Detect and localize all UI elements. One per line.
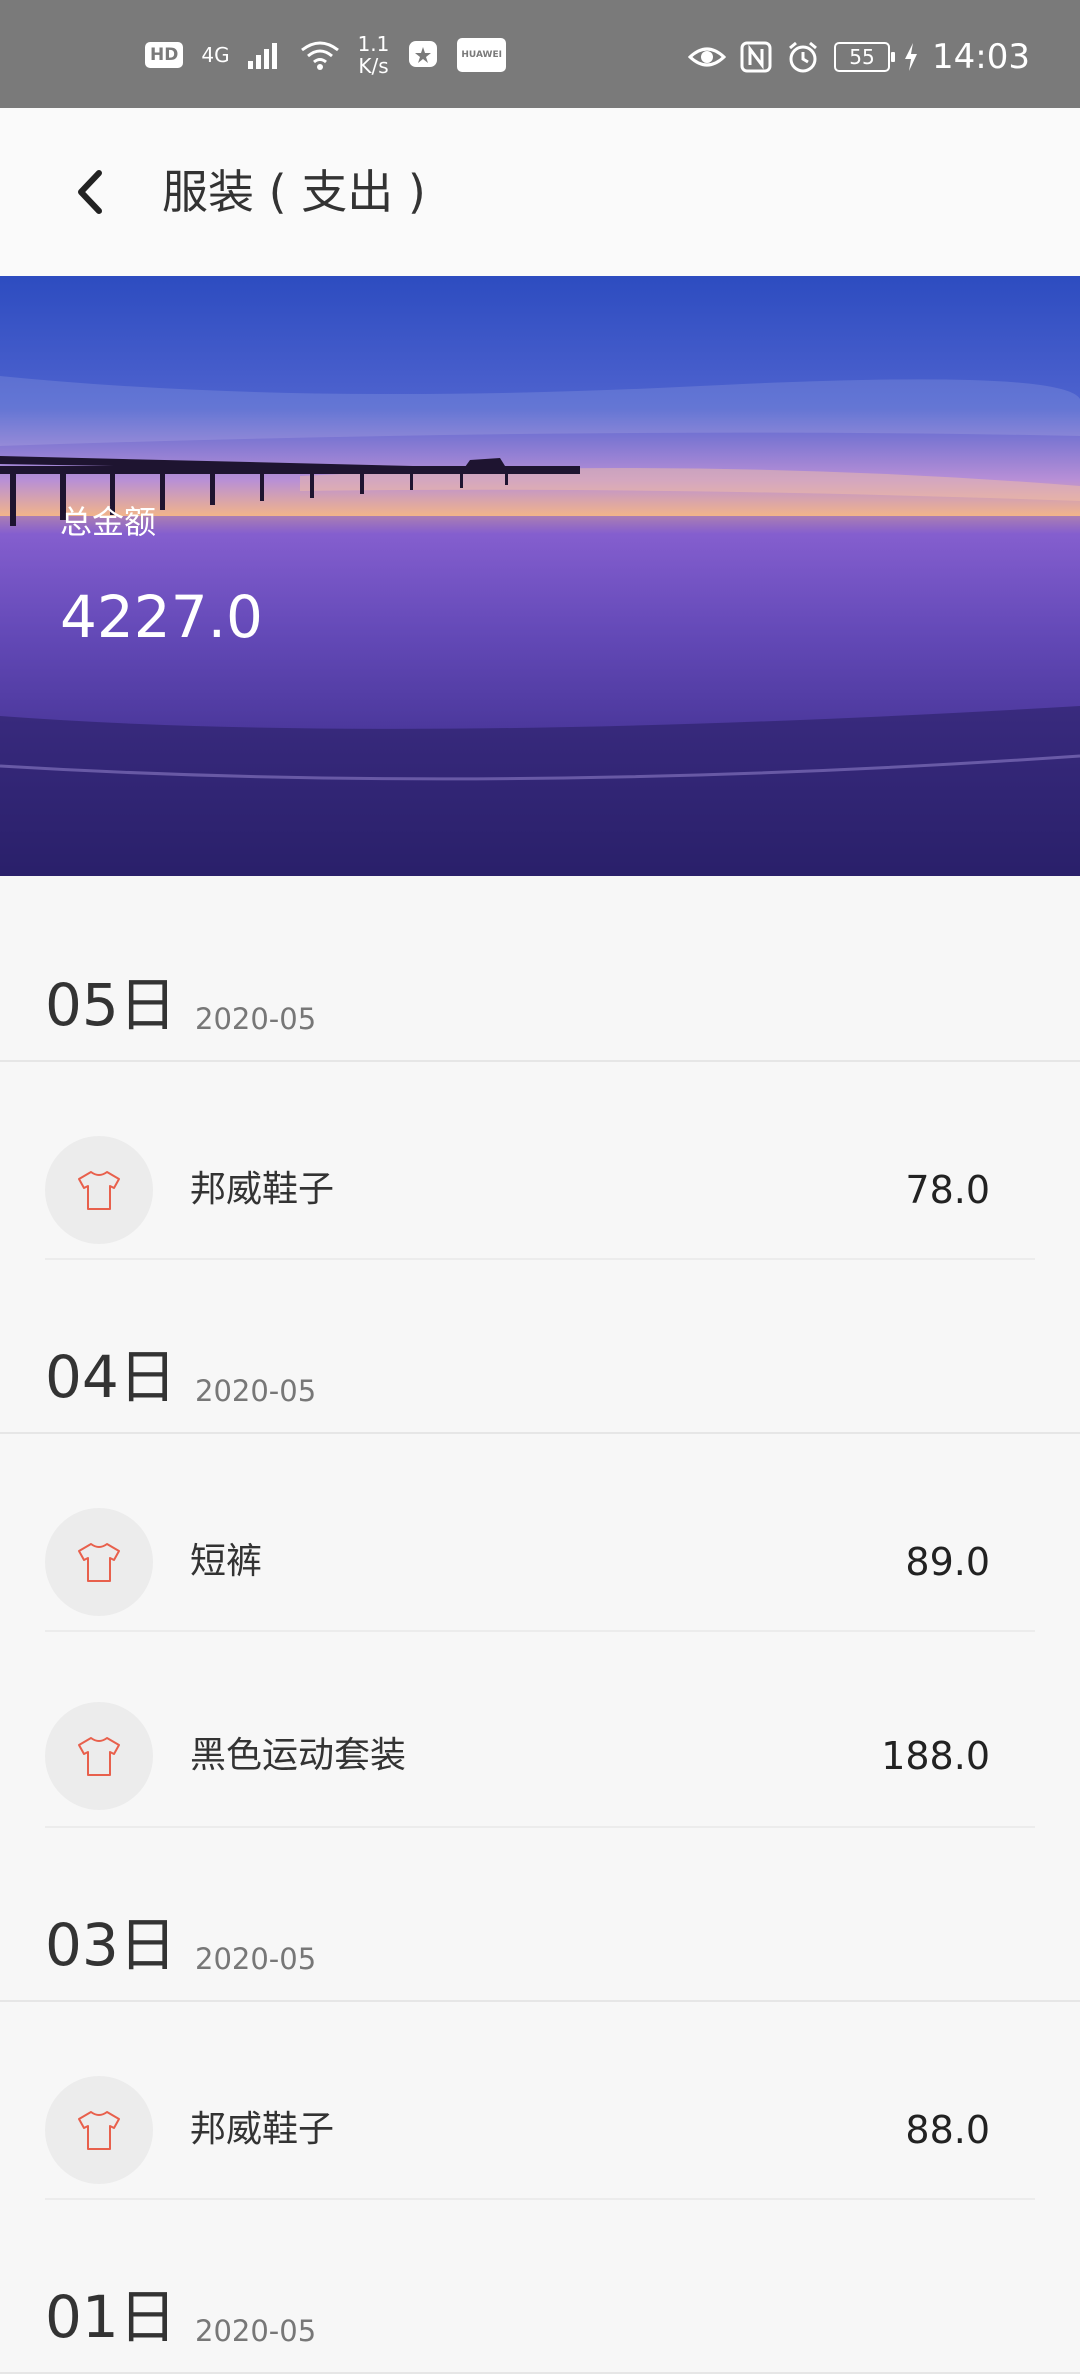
item-amount: 89.0 — [905, 1540, 990, 1584]
item-name: 邦威鞋子 — [190, 1169, 335, 1210]
nfc-icon — [740, 41, 772, 73]
item-amount: 88.0 — [905, 2108, 990, 2152]
speed-value: 1.1 — [357, 32, 390, 56]
summary-banner: 总金额 4227.0 — [0, 276, 1080, 876]
item-amount: 188.0 — [881, 1734, 990, 1778]
day-number: 04日 — [45, 1343, 177, 1411]
eye-comfort-icon — [688, 47, 727, 67]
back-button[interactable] — [60, 152, 120, 232]
item-name: 短裤 — [190, 1541, 263, 1582]
pier-sunset-image — [0, 276, 1080, 876]
hd-icon: HD — [145, 42, 184, 68]
item-name: 邦威鞋子 — [190, 2109, 335, 2150]
day-header: 04日 2020-05 — [0, 1258, 1080, 1434]
day-header: 05日 2020-05 — [0, 876, 1080, 1062]
list-item[interactable]: 邦威鞋子 88.0 — [0, 2002, 1080, 2200]
expense-list: 05日 2020-05 邦威鞋子 78.0 04日 2020-05 短裤 89.… — [0, 876, 1080, 2374]
tshirt-icon — [45, 1136, 153, 1244]
day-header: 01日 2020-05 — [0, 2198, 1080, 2374]
status-bar: HD 4G 1.1 K/s HUAWEI 55 14:03 — [0, 0, 1080, 108]
list-item[interactable]: 黑色运动套装 188.0 — [0, 1630, 1080, 1828]
chevron-left-icon — [78, 170, 102, 214]
day-header: 03日 2020-05 — [0, 1826, 1080, 2002]
status-right: 55 14:03 — [688, 40, 1030, 74]
status-left: HD 4G 1.1 K/s HUAWEI — [145, 33, 506, 77]
huawei-icon: HUAWEI — [457, 38, 506, 72]
item-name: 黑色运动套装 — [190, 1735, 407, 1776]
tshirt-icon — [45, 2076, 153, 2184]
day-number: 05日 — [45, 971, 177, 1039]
signal-icon — [247, 43, 277, 69]
total-label: 总金额 — [60, 503, 157, 541]
network-type: 4G — [201, 43, 230, 67]
day-month: 2020-05 — [195, 1002, 317, 1036]
day-number: 01日 — [45, 2283, 177, 2351]
clock: 14:03 — [932, 37, 1030, 77]
day-month: 2020-05 — [195, 1374, 317, 1408]
day-month: 2020-05 — [195, 2314, 317, 2348]
charging-icon — [905, 43, 918, 71]
page-title: 服装 ( 支出 ) — [162, 165, 426, 219]
list-item[interactable]: 短裤 89.0 — [0, 1434, 1080, 1632]
tshirt-icon — [45, 1508, 153, 1616]
day-number: 03日 — [45, 1911, 177, 1979]
wifi-icon — [300, 41, 339, 70]
app-bar: 服装 ( 支出 ) — [0, 108, 1080, 276]
total-value: 4227.0 — [60, 583, 263, 651]
item-amount: 78.0 — [905, 1168, 990, 1212]
day-month: 2020-05 — [195, 1942, 317, 1976]
network-speed: 1.1 K/s — [358, 33, 390, 77]
battery-icon: 55 — [834, 42, 896, 72]
app-notification-icon — [409, 41, 438, 67]
tshirt-icon — [45, 1702, 153, 1810]
alarm-icon — [789, 41, 817, 73]
speed-unit: K/s — [358, 54, 389, 78]
list-item[interactable]: 邦威鞋子 78.0 — [0, 1062, 1080, 1260]
